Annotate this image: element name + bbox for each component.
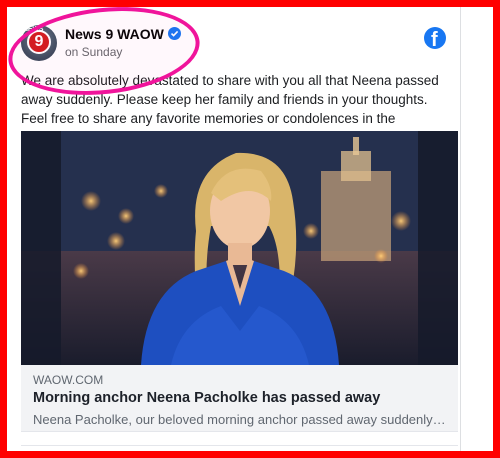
post-header: NEWS 9 News 9 WAOW on Sunday f bbox=[21, 21, 446, 67]
avatar-channel-badge: 9 bbox=[27, 30, 51, 54]
link-preview-footer[interactable]: WAOW.COM Morning anchor Neena Pacholke h… bbox=[21, 365, 458, 432]
verified-badge-icon bbox=[167, 27, 181, 40]
link-preview-image[interactable] bbox=[21, 131, 458, 365]
link-domain: WAOW.COM bbox=[33, 373, 104, 387]
page-avatar[interactable]: NEWS 9 bbox=[21, 25, 57, 61]
link-description: Neena Pacholke, our beloved morning anch… bbox=[33, 412, 448, 427]
link-title[interactable]: Morning anchor Neena Pacholke has passed… bbox=[33, 390, 380, 406]
page-name-row: News 9 WAOW bbox=[65, 26, 181, 42]
post-timestamp[interactable]: on Sunday bbox=[65, 45, 122, 59]
page-name[interactable]: News 9 WAOW bbox=[65, 26, 164, 42]
facebook-post-embed: NEWS 9 News 9 WAOW on Sunday f We are ab… bbox=[7, 7, 461, 451]
facebook-icon[interactable]: f bbox=[424, 27, 446, 51]
post-divider bbox=[21, 445, 458, 446]
anchor-photo bbox=[21, 131, 458, 365]
